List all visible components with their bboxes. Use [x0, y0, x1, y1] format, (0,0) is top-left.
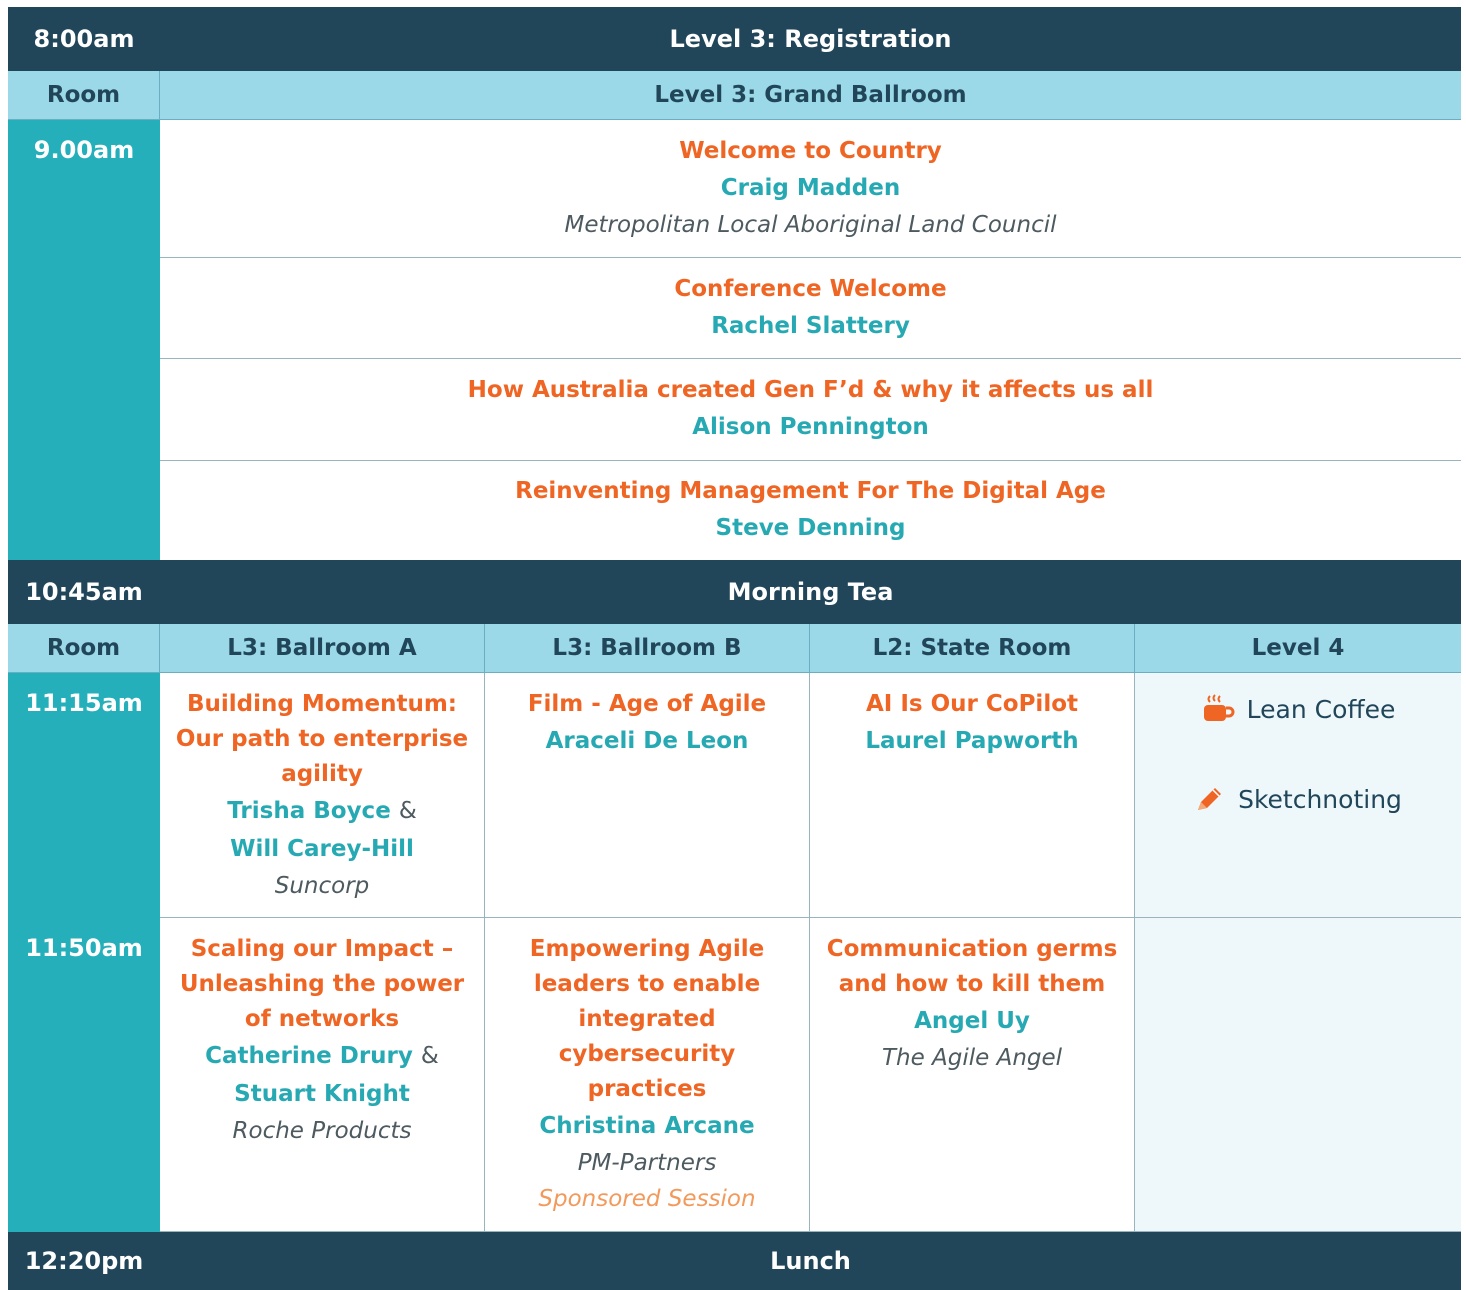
grand-ballroom-header: Room Level 3: Grand Ballroom [8, 71, 1461, 120]
grand-ballroom-venue: Level 3: Grand Ballroom [160, 71, 1461, 120]
plenary-session: Reinventing Management For The Digital A… [160, 461, 1461, 560]
session-speaker: Rachel Slattery [711, 312, 910, 339]
morning-tea-time: 10:45am [25, 578, 143, 606]
session-speakers: Trisha Boyce & [168, 792, 476, 830]
coffee-icon [1203, 694, 1235, 721]
session-speaker: Laurel Papworth [865, 728, 1079, 754]
plenary-block: 9.00am Welcome to Country Craig Madden M… [8, 120, 1461, 560]
session-speaker: Angel Uy [914, 1008, 1030, 1034]
session-speaker: Craig Madden [720, 175, 901, 202]
plenary-session: How Australia created Gen F’d & why it a… [160, 359, 1461, 461]
room-ballroom-b: L3: Ballroom B [485, 624, 810, 673]
session-title: Film - Age of Agile [527, 691, 767, 717]
registration-row: 8:00am Level 3: Registration [8, 7, 1461, 71]
lunch-label: Lunch [770, 1247, 851, 1275]
session-ballroom-b: Empowering Agile leaders to enable integ… [485, 918, 810, 1232]
session-ballroom-b: Film - Age of Agile Araceli De Leon [485, 673, 810, 918]
schedule-table: 8:00am Level 3: Registration Room Level … [8, 7, 1461, 1290]
session-org: Roche Products [232, 1118, 412, 1144]
ampersand: & [398, 798, 417, 824]
speaker-name: Catherine Drury [205, 1043, 413, 1069]
slot-1115: 11:15am Building Momentum: Our path to e… [8, 673, 1461, 918]
session-title: Conference Welcome [674, 275, 947, 302]
registration-label: Level 3: Registration [669, 25, 952, 53]
ampersand: & [420, 1043, 439, 1069]
session-title: AI Is Our CoPilot [866, 691, 1078, 717]
sketchnoting-item: Sketchnoting [1135, 779, 1461, 819]
session-title: Building Momentum: Our path to enterpris… [175, 691, 469, 787]
room-level-4: Level 4 [1135, 624, 1461, 673]
session-title: Empowering Agile leaders to enable integ… [529, 936, 765, 1102]
session-title: Communication germs and how to kill them [826, 936, 1118, 997]
registration-time: 8:00am [33, 25, 135, 53]
session-speaker: Christina Arcane [539, 1113, 755, 1139]
lunch-time: 12:20pm [24, 1247, 144, 1275]
room-label: Room [8, 624, 160, 673]
session-ballroom-a: Scaling our Impact – Unleashing the powe… [160, 918, 485, 1232]
session-org: Suncorp [274, 873, 370, 899]
plenary-session: Welcome to Country Craig Madden Metropol… [160, 120, 1461, 259]
speaker-name: Stuart Knight [234, 1081, 410, 1107]
session-title: Reinventing Management For The Digital A… [515, 477, 1106, 504]
rooms-header: Room L3: Ballroom A L3: Ballroom B L2: S… [8, 624, 1461, 673]
session-state-room: AI Is Our CoPilot Laurel Papworth [810, 673, 1135, 918]
sponsored-note: Sponsored Session [538, 1186, 756, 1212]
plenary-time: 9.00am [8, 120, 160, 560]
slot-1150: 11:50am Scaling our Impact – Unleashing … [8, 918, 1461, 1232]
room-label: Room [8, 71, 160, 120]
session-state-room: Communication germs and how to kill them… [810, 918, 1135, 1232]
room-state-room: L2: State Room [810, 624, 1135, 673]
speaker-name: Will Carey-Hill [230, 836, 414, 862]
lean-coffee-item: Lean Coffee [1135, 689, 1461, 729]
session-title: Welcome to Country [679, 138, 942, 165]
pencil-icon [1198, 788, 1222, 810]
slot2-time: 11:50am [8, 918, 160, 1232]
session-speaker: Araceli De Leon [545, 728, 749, 754]
session-speakers: Catherine Drury & [174, 1037, 470, 1075]
session-speaker: Steve Denning [715, 514, 906, 541]
speaker-name: Trisha Boyce [227, 798, 391, 824]
room-ballroom-a: L3: Ballroom A [160, 624, 485, 673]
plenary-sessions: Welcome to Country Craig Madden Metropol… [160, 120, 1461, 560]
session-level-4-empty [1135, 918, 1461, 1232]
plenary-session: Conference Welcome Rachel Slattery [160, 258, 1461, 360]
sketchnoting-label: Sketchnoting [1238, 784, 1402, 814]
session-level-4: Lean Coffee Sketchnoting [1135, 673, 1461, 918]
session-org: The Agile Angel [881, 1045, 1063, 1071]
morning-tea-label: Morning Tea [727, 578, 894, 606]
session-ballroom-a: Building Momentum: Our path to enterpris… [160, 673, 485, 918]
session-org: Metropolitan Local Aboriginal Land Counc… [564, 212, 1057, 239]
morning-tea-row: 10:45am Morning Tea [8, 560, 1461, 624]
session-org: PM-Partners [577, 1150, 717, 1176]
session-title: Scaling our Impact – Unleashing the powe… [179, 936, 465, 1032]
lunch-row: 12:20pm Lunch [8, 1232, 1461, 1290]
slot1-time: 11:15am [8, 673, 160, 918]
session-title: How Australia created Gen F’d & why it a… [467, 377, 1154, 404]
lean-coffee-label: Lean Coffee [1246, 694, 1396, 724]
session-speaker: Alison Pennington [692, 414, 929, 441]
